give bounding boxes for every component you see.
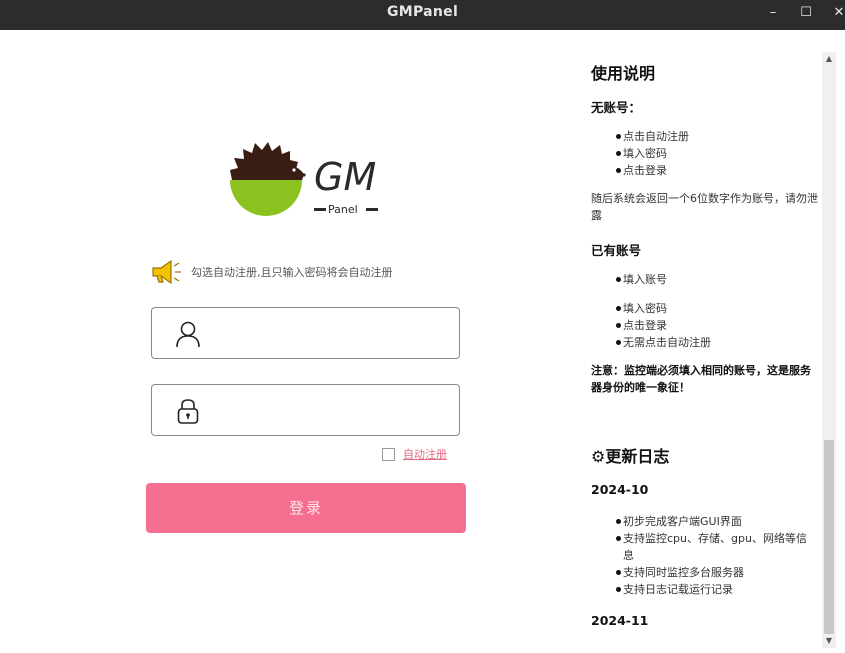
username-field[interactable]	[151, 307, 460, 359]
help-title: 使用说明	[591, 64, 656, 83]
no-account-heading: 无账号：	[591, 100, 642, 115]
help-scrollbar[interactable]: ▲ ▼	[822, 52, 836, 648]
list-item: 支持日志记载运行记录	[616, 583, 733, 596]
help-panel: 使用说明 无账号： 点击自动注册 填入密码 点击登录 随后系统会返回一个6位数字…	[590, 52, 822, 648]
username-input[interactable]	[218, 316, 452, 352]
auto-register-link[interactable]: 自动注册	[403, 446, 447, 462]
list-item: 点击登录	[616, 319, 667, 332]
list-item: 填入密码	[616, 302, 667, 315]
scroll-down-arrow-icon[interactable]: ▼	[822, 634, 836, 648]
notice-text: 勾选自动注册,且只输入密码将会自动注册	[191, 266, 393, 279]
scrollbar-thumb[interactable]	[824, 440, 834, 634]
list-item: 支持同时监控多台服务器	[616, 566, 744, 579]
warning-prefix: 注意：	[591, 364, 624, 377]
no-account-note: 随后系统会返回一个6位数字作为账号，请勿泄露	[591, 192, 818, 222]
has-account-heading: 已有账号	[591, 243, 642, 258]
list-item: 填入账号	[616, 273, 667, 286]
warning-text: 监控端必须填入相同的账号，这是服务器身份的唯一象征！	[591, 364, 811, 394]
maximize-button[interactable]: ☐	[795, 3, 817, 23]
auto-register-option[interactable]: 自动注册	[382, 446, 447, 462]
logo-text: GM	[314, 155, 376, 199]
login-button[interactable]: 登录	[146, 483, 466, 533]
close-button[interactable]: ✕	[828, 3, 845, 23]
password-input[interactable]	[218, 393, 452, 429]
list-item: 支持监控cpu、存储、gpu、网络等信息	[616, 530, 813, 564]
list-item: 填入密码	[616, 147, 667, 160]
list-item: 点击登录	[616, 164, 667, 177]
gmpanel-logo: GM Panel	[226, 140, 386, 222]
list-item: 初步完成客户端GUI界面	[616, 515, 742, 528]
auto-register-notice: 勾选自动注册,且只输入密码将会自动注册	[151, 257, 393, 287]
changelog-title: ⚙更新日志	[591, 447, 670, 466]
hedgehog-icon: GM Panel	[230, 142, 378, 216]
list-item: 点击自动注册	[616, 130, 689, 143]
auto-register-checkbox[interactable]	[382, 447, 395, 461]
user-icon	[176, 321, 200, 348]
megaphone-icon	[152, 259, 181, 285]
password-field[interactable]	[151, 384, 460, 436]
logo-subtext: Panel	[328, 203, 358, 216]
lock-icon	[177, 399, 199, 424]
window-title: GMPanel	[386, 4, 459, 20]
version-heading: 2024-11	[591, 613, 649, 628]
scroll-up-arrow-icon[interactable]: ▲	[822, 52, 836, 66]
account-warning: 注意：监控端必须填入相同的账号，这是服务器身份的唯一象征！	[591, 362, 819, 396]
window-titlebar: GMPanel – ☐ ✕	[0, 0, 845, 30]
version-heading: 2024-10	[591, 482, 649, 497]
list-item: 无需点击自动注册	[616, 336, 711, 349]
minimize-button[interactable]: –	[762, 3, 784, 23]
